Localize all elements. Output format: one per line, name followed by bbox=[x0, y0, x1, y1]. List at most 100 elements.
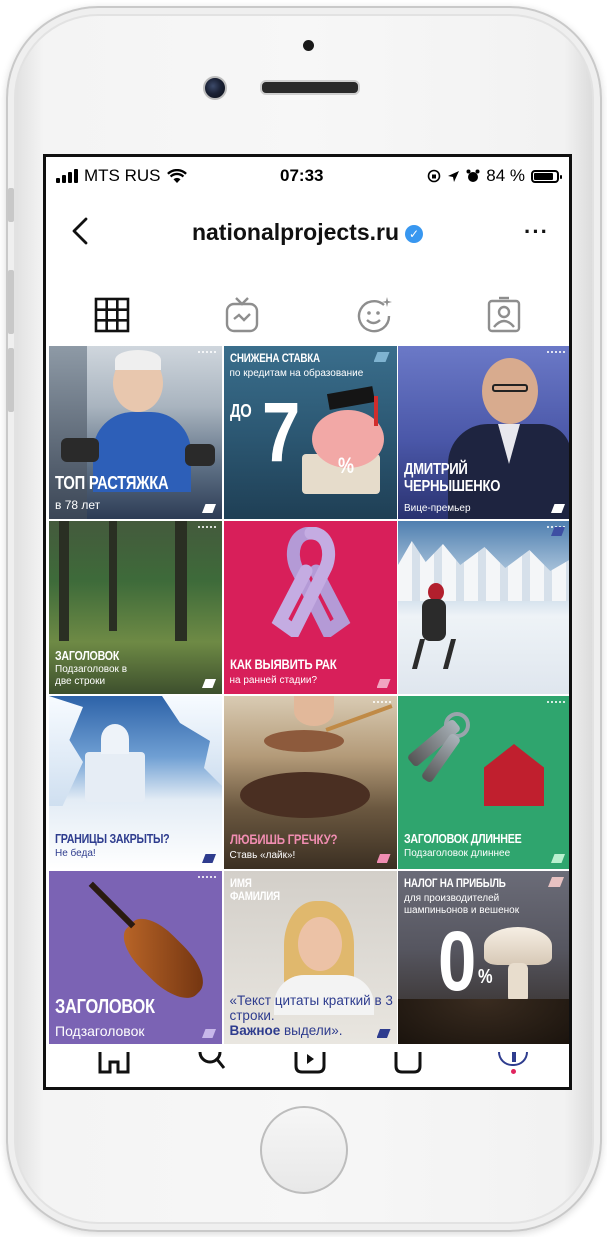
post-tile[interactable]: ИМЯ ФАМИЛИЯ «Текст цитаты краткий в 3 ст… bbox=[223, 871, 397, 1044]
house-keychain bbox=[484, 744, 544, 806]
big-number: 7 bbox=[261, 385, 300, 479]
slide-dots bbox=[547, 701, 565, 703]
post-subtitle: Подзаголовок длиннее bbox=[404, 848, 511, 859]
dumbbell-left bbox=[61, 438, 99, 462]
profile-tabs bbox=[46, 287, 569, 347]
volume-up-button bbox=[8, 270, 14, 334]
post-subtitle: Не беда! bbox=[55, 848, 96, 859]
awareness-ribbon-icon bbox=[271, 527, 350, 637]
big-number: 0 bbox=[438, 914, 477, 1008]
slide-dots bbox=[372, 701, 391, 703]
post-tile[interactable] bbox=[398, 521, 569, 694]
cap-tassel bbox=[373, 396, 378, 426]
post-tile[interactable]: НАЛОГ НА ПРИБЫЛЬ для производителей шамп… bbox=[398, 871, 569, 1044]
rotation-lock-icon bbox=[427, 169, 441, 183]
logo-flag-icon bbox=[376, 854, 391, 863]
chin bbox=[293, 696, 334, 726]
dumbbell-right bbox=[185, 444, 215, 466]
post-tile[interactable]: ЗАГОЛОВОК ДЛИННЕЕ Подзаголовок длиннее bbox=[398, 696, 569, 869]
frosted-tree bbox=[49, 696, 83, 806]
alarm-icon bbox=[466, 169, 480, 182]
post-tile[interactable]: СНИЖЕНА СТАВКА по кредитам на образовани… bbox=[223, 346, 397, 519]
profile-tab-avatar[interactable] bbox=[498, 1052, 528, 1074]
home-button[interactable] bbox=[260, 1106, 348, 1194]
logo-flag-icon bbox=[551, 854, 565, 863]
mushroom-cap bbox=[484, 927, 552, 965]
post-tile[interactable]: ЗАГОЛОВОК Подзаголовок bbox=[49, 871, 222, 1044]
tagged-icon[interactable] bbox=[484, 295, 524, 335]
username-text: nationalprojects.ru bbox=[191, 219, 400, 245]
violin-neck bbox=[88, 881, 136, 929]
post-subtitle: Ставь «лайк»! bbox=[229, 850, 296, 861]
slide-dots bbox=[198, 351, 216, 353]
phone-screen: MTS RUS 07:33 84 % nationalprojects.ru ✓… bbox=[43, 154, 572, 1090]
grid-icon[interactable] bbox=[92, 295, 132, 335]
post-title: ЗАГОЛОВОК ДЛИННЕЕ bbox=[404, 831, 522, 846]
post-subtitle: Подзаголовок в две строки bbox=[55, 664, 128, 687]
notification-dot bbox=[510, 1069, 516, 1074]
post-title: КАК ВЫЯВИТЬ РАК bbox=[229, 656, 337, 672]
post-subtitle: в 78 лет bbox=[55, 498, 101, 512]
slide-dots bbox=[547, 351, 565, 353]
home-tab-icon[interactable] bbox=[96, 1052, 132, 1074]
frosted-tree bbox=[162, 696, 222, 786]
post-subtitle: по кредитам на образование bbox=[229, 368, 364, 379]
post-subtitle: на ранней стадии? bbox=[229, 675, 318, 686]
reels-tab-icon[interactable] bbox=[292, 1052, 328, 1074]
effects-icon[interactable] bbox=[354, 295, 394, 335]
gym-background bbox=[49, 346, 87, 519]
post-tile[interactable]: ДМИТРИЙ ЧЕРНЫШЕНКО Вице-премьер bbox=[398, 346, 569, 519]
more-dots-icon[interactable]: ··· bbox=[524, 219, 549, 245]
tree-trunk bbox=[109, 521, 117, 631]
profile-header: nationalprojects.ru ✓ ··· bbox=[46, 197, 569, 267]
igtv-icon[interactable] bbox=[222, 295, 262, 335]
skier-legs bbox=[411, 639, 457, 669]
post-tile[interactable]: ТОП РАСТЯЖКА в 78 лет bbox=[49, 346, 222, 519]
logo-flag-icon bbox=[373, 352, 390, 362]
post-tile[interactable]: КАК ВЫЯВИТЬ РАК на ранней стадии? bbox=[223, 521, 397, 694]
signal-icon bbox=[56, 169, 78, 183]
post-subtitle: для производителей шампиньонов и вешенок bbox=[404, 893, 520, 916]
post-subtitle: Подзаголовок bbox=[55, 1023, 145, 1039]
face bbox=[297, 917, 342, 971]
logo-flag-icon bbox=[551, 527, 565, 536]
tree-trunk bbox=[59, 521, 69, 641]
quote-end: выдели». bbox=[280, 1023, 343, 1039]
shop-tab-icon[interactable] bbox=[390, 1052, 426, 1074]
post-title: ИМЯ ФАМИЛИЯ bbox=[229, 876, 280, 903]
proximity-sensor bbox=[303, 40, 314, 51]
snowy-trees bbox=[398, 541, 569, 601]
post-tile[interactable]: ГРАНИЦЫ ЗАКРЫТЫ? Не беда! bbox=[49, 696, 222, 869]
graduation-cap bbox=[326, 386, 375, 410]
post-title: ГРАНИЦЫ ЗАКРЫТЫ? bbox=[55, 831, 170, 846]
post-tile[interactable]: ЛЮБИШЬ ГРЕЧКУ? Ставь «лайк»! bbox=[223, 696, 397, 869]
post-title: ЗАГОЛОВОК bbox=[55, 996, 155, 1018]
quote-text: «Текст цитаты краткий в 3 строки. Важное… bbox=[230, 993, 395, 1038]
clock: 07:33 bbox=[280, 166, 324, 185]
volume-down-button bbox=[8, 348, 14, 412]
white-hair bbox=[115, 350, 161, 370]
verified-badge-icon: ✓ bbox=[405, 225, 424, 243]
slide-dots bbox=[198, 876, 216, 878]
tree-trunk bbox=[175, 521, 187, 641]
spoon-handle bbox=[324, 704, 393, 732]
skier-body bbox=[422, 599, 446, 641]
front-camera bbox=[203, 76, 227, 100]
earpiece-speaker bbox=[260, 80, 360, 95]
big-prefix: ДО bbox=[229, 401, 252, 421]
quote-main: «Текст цитаты краткий в 3 строки. bbox=[229, 993, 393, 1024]
logo-flag-icon bbox=[548, 877, 564, 887]
post-title: ЗАГОЛОВОК bbox=[55, 648, 120, 663]
post-tile[interactable]: ЗАГОЛОВОК Подзаголовок в две строки bbox=[49, 521, 222, 694]
battery-percent: 84 % bbox=[486, 166, 525, 185]
posts-grid: ТОП РАСТЯЖКА в 78 лет СНИЖЕНА СТАВКА по … bbox=[49, 346, 569, 1052]
post-title: ДМИТРИЙ ЧЕРНЫШЕНКО bbox=[404, 461, 501, 495]
post-title: СНИЖЕНА СТАВКА bbox=[229, 351, 320, 365]
logo-flag-icon bbox=[376, 679, 391, 688]
wifi-icon bbox=[166, 168, 187, 183]
search-tab-icon[interactable] bbox=[194, 1052, 230, 1074]
post-title: ЛЮБИШЬ ГРЕЧКУ? bbox=[229, 831, 338, 847]
glasses bbox=[492, 384, 528, 392]
carrier-name: MTS RUS bbox=[84, 166, 161, 185]
post-title: НАЛОГ НА ПРИБЫЛЬ bbox=[404, 876, 506, 890]
